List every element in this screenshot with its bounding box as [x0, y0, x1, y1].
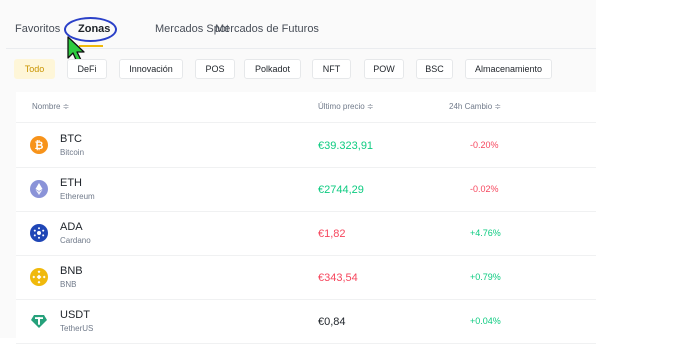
filter-pow[interactable]: POW	[364, 59, 404, 79]
table-row[interactable]: ADA Cardano €1,82 +4.76%	[16, 211, 596, 256]
coin-name: Bitcoin	[60, 148, 85, 157]
coin-name: Cardano	[60, 236, 91, 245]
coin-symbol: BNB	[60, 265, 83, 277]
last-price: €39.323,91	[318, 140, 374, 152]
last-price: €343,54	[318, 272, 358, 284]
markets-panel: Favoritos Zonas Mercados Spot Mercados d…	[6, 12, 596, 344]
tab-zonas[interactable]: Zonas	[78, 23, 110, 35]
filter-todo[interactable]: Todo	[14, 59, 55, 79]
coin-symbol: BTC	[60, 133, 82, 145]
coin-name: TetherUS	[60, 324, 94, 333]
page: Favoritos Zonas Mercados Spot Mercados d…	[0, 0, 679, 344]
coin-symbol: USDT	[60, 309, 90, 321]
top-strip	[6, 0, 596, 12]
tab-mercados-futuros[interactable]: Mercados de Futuros	[215, 23, 319, 35]
market-tabs: Favoritos Zonas Mercados Spot Mercados d…	[6, 12, 596, 63]
filter-pos[interactable]: POS	[195, 59, 235, 79]
change-24h: -0.20%	[470, 140, 499, 150]
table-row[interactable]: ₿ BTC Bitcoin €39.323,91 -0.20%	[16, 123, 596, 168]
bitcoin-icon: ₿	[30, 136, 48, 154]
filter-polkadot[interactable]: Polkadot	[244, 59, 301, 79]
coin-symbol: ETH	[60, 177, 82, 189]
coin-symbol: ADA	[60, 221, 83, 233]
table-row[interactable]: BNB BNB €343,54 +0.79%	[16, 255, 596, 300]
header-24h-cambio[interactable]: 24h Cambio ≑	[449, 102, 501, 111]
table-row[interactable]: USDT TetherUS €0,84 +0.04%	[16, 299, 596, 344]
last-price: €0,84	[318, 316, 346, 328]
header-ultimo-precio[interactable]: Último precio ≑	[318, 102, 374, 111]
filter-nft[interactable]: NFT	[312, 59, 351, 79]
last-price: €2744,29	[318, 184, 364, 196]
coin-name: BNB	[60, 280, 77, 289]
change-24h: +0.79%	[470, 272, 501, 282]
header-nombre[interactable]: Nombre ≑	[32, 102, 69, 111]
change-24h: +4.76%	[470, 228, 501, 238]
svg-text:₿: ₿	[35, 139, 44, 152]
blank-right-area	[596, 0, 679, 338]
filter-almacenamiento[interactable]: Almacenamiento	[465, 59, 552, 79]
tether-icon	[30, 312, 48, 330]
tab-favoritos[interactable]: Favoritos	[15, 23, 60, 35]
change-24h: +0.04%	[470, 316, 501, 326]
markets-table: Nombre ≑ Último precio ≑ 24h Cambio ≑ ₿ …	[16, 92, 596, 344]
filter-innovacion[interactable]: Innovación	[119, 59, 183, 79]
ethereum-icon	[30, 180, 48, 198]
bnb-icon	[30, 268, 48, 286]
table-row[interactable]: ETH Ethereum €2744,29 -0.02%	[16, 167, 596, 212]
last-price: €1,82	[318, 228, 346, 240]
coin-name: Ethereum	[60, 192, 95, 201]
filter-bsc[interactable]: BSC	[416, 59, 453, 79]
change-24h: -0.02%	[470, 184, 499, 194]
cardano-icon	[30, 224, 48, 242]
table-header: Nombre ≑ Último precio ≑ 24h Cambio ≑	[16, 92, 596, 123]
filter-defi[interactable]: DeFi	[67, 59, 107, 79]
